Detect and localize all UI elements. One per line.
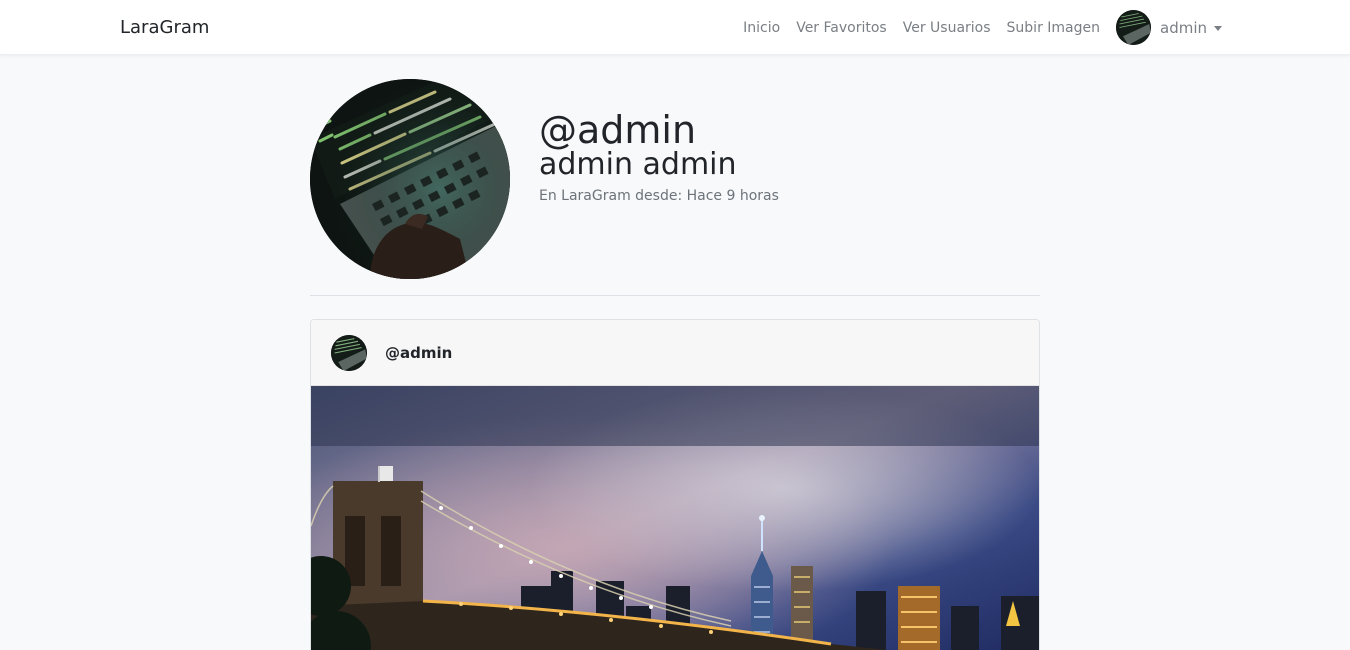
user-dropdown-toggle[interactable]: admin <box>1116 10 1222 45</box>
profile-full-name: admin admin <box>539 147 737 182</box>
profile-avatar <box>310 79 510 279</box>
divider <box>310 295 1040 296</box>
post-card: @admin <box>310 319 1040 650</box>
top-navbar: LaraGram Inicio Ver Favoritos Ver Usuari… <box>0 0 1350 55</box>
nav-link-favoritos[interactable]: Ver Favoritos <box>788 20 895 36</box>
chevron-down-icon <box>1214 25 1222 31</box>
profile-info: @admin admin admin En LaraGram desde: Ha… <box>539 108 779 206</box>
profile-join-date: En LaraGram desde: Hace 9 horas <box>539 188 779 204</box>
nav-link-subir-imagen[interactable]: Subir Imagen <box>999 20 1108 36</box>
laptop-code-avatar-icon <box>1116 10 1151 45</box>
nav-link-usuarios[interactable]: Ver Usuarios <box>895 20 999 36</box>
post-card-header: @admin <box>311 320 1039 386</box>
nav-link-inicio[interactable]: Inicio <box>735 20 788 36</box>
nav-links: Inicio Ver Favoritos Ver Usuarios Subir … <box>735 0 1222 55</box>
user-name: admin <box>1160 18 1207 37</box>
post-author-link[interactable]: @admin <box>385 344 452 362</box>
laptop-code-avatar-icon <box>310 79 510 279</box>
brooklyn-bridge-night-photo-icon <box>311 386 1039 650</box>
user-avatar <box>1116 10 1151 45</box>
brand-link[interactable]: LaraGram <box>120 0 209 55</box>
post-author-avatar[interactable] <box>331 334 367 371</box>
laptop-code-avatar-icon <box>331 334 367 371</box>
profile-nick: @admin <box>539 108 697 152</box>
post-image[interactable] <box>311 386 1039 650</box>
